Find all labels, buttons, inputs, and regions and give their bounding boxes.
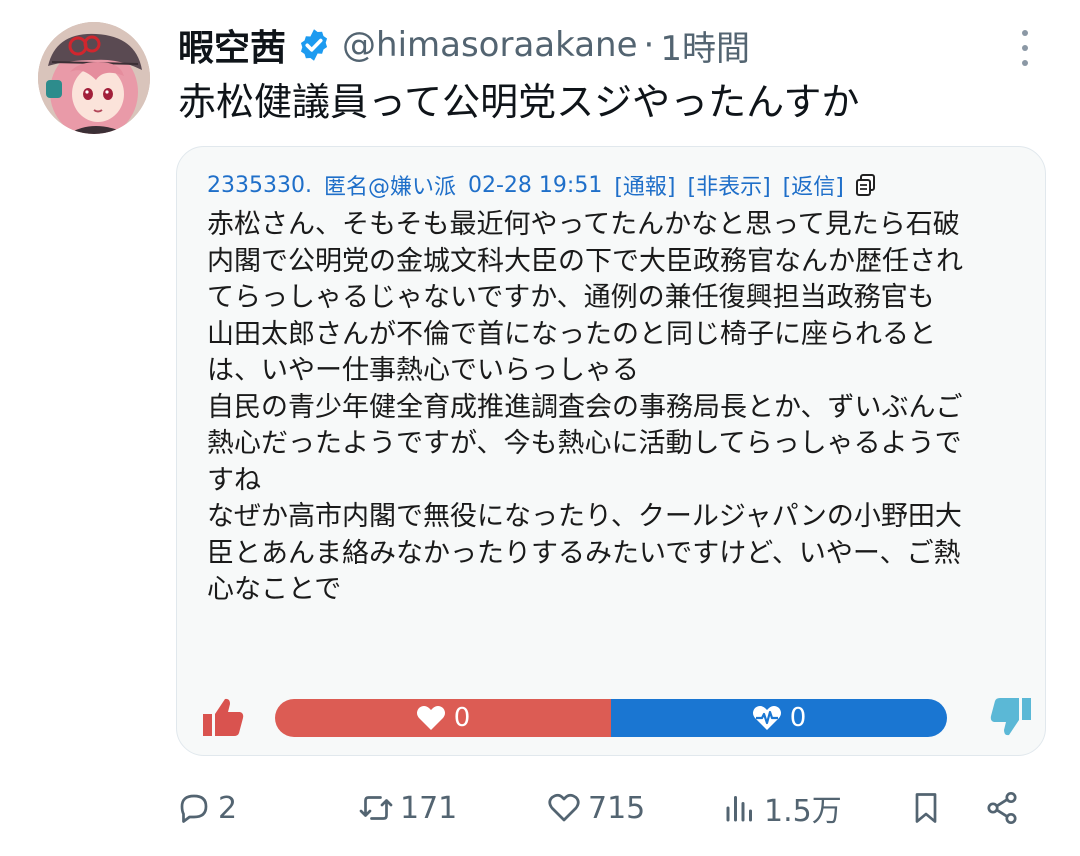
post-body-line: 熱心だったようですが、今も熱心に活動してらっしゃるようで	[207, 428, 962, 459]
dislike-vote-button[interactable]: 0	[611, 699, 947, 737]
post-body-line: は、いやー仕事熱心でいらっしゃる	[207, 355, 639, 386]
like-heart-icon	[548, 793, 580, 822]
avatar[interactable]	[38, 22, 150, 134]
more-dot	[1022, 45, 1028, 51]
post-number: 2335330.	[207, 172, 312, 198]
display-name[interactable]: 暇空茜	[178, 19, 286, 71]
handle[interactable]: @himasoraakane	[342, 25, 638, 65]
bookmark-button[interactable]	[908, 784, 950, 832]
copy-icon[interactable]	[854, 173, 878, 197]
post-body-line: 自民の青少年健全育成推進調査会の事務局長とか、ずいぶんご	[207, 391, 963, 423]
repost-icon	[359, 796, 393, 820]
more-dot	[1022, 60, 1028, 66]
post-body-line: 臣とあんま絡みなかったりするみたいですけど、いやー、ご熱	[207, 537, 961, 569]
post-body-line: なぜか高市内閣で無役になったり、クールジャパンの小野田大	[207, 501, 962, 532]
reply-button[interactable]: 2	[176, 784, 237, 832]
verified-badge-icon	[300, 29, 328, 61]
share-button[interactable]	[984, 784, 1026, 832]
post-datetime: 02-28 19:51	[468, 172, 603, 198]
dislike-vote-count: 0	[789, 703, 807, 733]
action-bar: 2 171 715 1.5万	[176, 784, 1036, 832]
vote-bar: 0 0	[275, 699, 947, 737]
thumbs-up-icon[interactable]	[201, 695, 245, 739]
thumbs-down-icon[interactable]	[989, 695, 1033, 739]
post-body-line: 赤松さん、そもそも最近何やってたんかなと思って見たら石破	[207, 209, 960, 240]
repost-count: 171	[400, 790, 458, 826]
like-vote-button[interactable]: 0	[275, 699, 611, 737]
post-body-line: てらっしゃるじゃないですか、通例の兼任復興担当政務官も	[207, 282, 935, 313]
more-options-icon[interactable]	[1010, 30, 1040, 66]
hide-link[interactable]: [非表示]	[688, 169, 771, 201]
repost-button[interactable]: 171	[358, 784, 457, 832]
more-dot	[1022, 30, 1028, 36]
post-body-line: 心なことで	[207, 574, 342, 605]
tweet: 暇空茜 @himasoraakane · 1時間 赤松健議員って公明党スジやった…	[0, 0, 1080, 856]
like-button[interactable]: 715	[546, 784, 645, 832]
post-body-line: 内閣で公明党の金城文科大臣の下で大臣政務官なんか歴任され	[207, 245, 963, 277]
tweet-header: 暇空茜 @himasoraakane · 1時間	[178, 19, 750, 71]
poster-name: 匿名@嫌い派	[323, 175, 456, 200]
report-link[interactable]: [通報]	[614, 169, 675, 201]
quoted-post-card[interactable]: 2335330. 匿名@嫌い派 02-28 19:51 [通報] [非表示] […	[176, 146, 1046, 756]
like-vote-count: 0	[453, 703, 471, 733]
views-chart-icon	[726, 796, 752, 822]
share-icon	[987, 791, 1017, 825]
post-body-line: 山田太郎さんが不倫で首になったのと同じ椅子に座られると	[207, 318, 936, 350]
reply-count: 2	[218, 790, 238, 826]
avatar-image	[38, 22, 150, 134]
heartbeat-icon	[752, 706, 781, 730]
view-count: 1.5万	[764, 794, 842, 829]
tweet-text: 赤松健議員って公明党スジやったんすか	[178, 80, 860, 124]
like-count: 715	[588, 790, 646, 826]
reply-icon	[180, 794, 208, 823]
heart-icon	[416, 706, 445, 730]
post-header: 2335330. 匿名@嫌い派 02-28 19:51 [通報] [非表示] […	[207, 169, 878, 201]
post-body-line: すね	[207, 464, 261, 496]
views-button[interactable]: 1.5万	[722, 784, 842, 832]
post-body: 赤松さん、そもそも最近何やってたんかなと思って見たら石破 内閣で公明党の金城文科…	[207, 207, 1027, 609]
timestamp[interactable]: 1時間	[660, 21, 750, 70]
vote-row: 0 0	[199, 695, 1031, 739]
bookmark-icon	[915, 793, 937, 823]
separator-dot: ·	[643, 25, 655, 65]
reply-link[interactable]: [返信]	[783, 169, 844, 201]
